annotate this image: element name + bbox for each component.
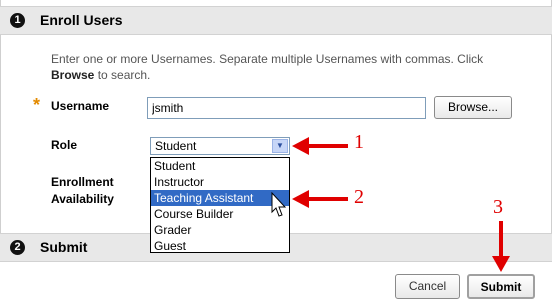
mouse-pointer-icon (271, 191, 287, 217)
annotation-overlay (271, 137, 510, 272)
annotation-arrow-2 (292, 190, 348, 208)
annotation-arrow-3 (492, 221, 510, 272)
annotation-arrow-1 (292, 137, 348, 155)
